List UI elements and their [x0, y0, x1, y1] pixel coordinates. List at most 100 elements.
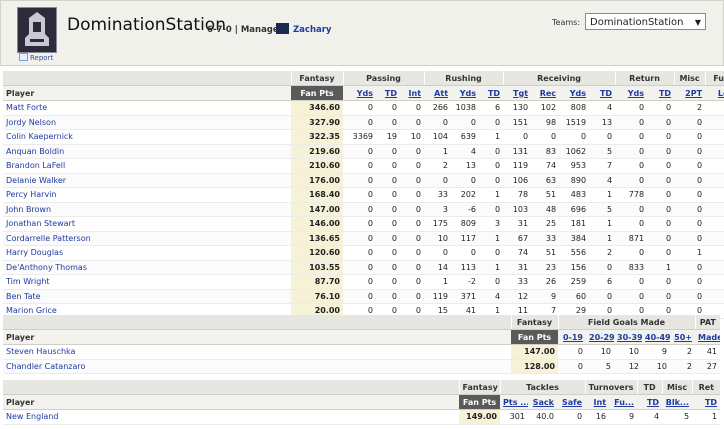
col-fg-40-49[interactable]: 40-49 [642, 329, 670, 345]
col-pts-allowed[interactable]: Pts ... [500, 394, 528, 410]
table-row: Delanie Walker176.000000001066389040004 [3, 173, 724, 188]
col-fg-50plus[interactable]: 50+ [670, 329, 696, 345]
stat-cell: 2 [589, 245, 616, 261]
stat-cell: 27 [695, 359, 721, 374]
player-cell[interactable]: Jonathan Stewart [3, 216, 291, 232]
manager-link[interactable]: Zachary [293, 25, 331, 35]
player-cell[interactable]: John Brown [3, 202, 291, 217]
stat-cell: 1 [705, 158, 724, 174]
col-rec[interactable]: Rec [531, 85, 560, 101]
player-link[interactable]: Steven Hauschka [6, 347, 75, 356]
col-fg-30-39[interactable]: 30-39 [614, 329, 642, 345]
col-rush-yds[interactable]: Yds [451, 85, 480, 101]
stat-cell: 0 [705, 289, 724, 304]
stat-cell: 4 [589, 173, 616, 188]
player-cell[interactable]: Harry Douglas [3, 245, 291, 261]
stat-cell: 0 [343, 187, 376, 203]
stat-cell: 0 [674, 274, 706, 290]
report-link[interactable]: Report [19, 53, 53, 62]
col-fg-20-29[interactable]: 20-29 [586, 329, 614, 345]
stat-cell: 74 [503, 245, 532, 261]
stat-cell: 0 [705, 202, 724, 217]
player-link[interactable]: De'Anthony Thomas [6, 263, 87, 272]
player-link[interactable]: Ben Tate [6, 292, 41, 301]
player-link[interactable]: New England [6, 412, 58, 421]
stat-cell: 483 [559, 187, 590, 203]
col-fum-rec[interactable]: Fu... [609, 394, 638, 410]
player-link[interactable]: Colin Kaepernick [6, 132, 73, 141]
player-link[interactable]: John Brown [6, 205, 51, 214]
stat-cell: 0 [557, 409, 586, 425]
offense-group-blank [3, 71, 291, 86]
group-receiving: Receiving [502, 71, 616, 86]
player-cell[interactable]: De'Anthony Thomas [3, 260, 291, 275]
player-link[interactable]: Chandler Catanzaro [6, 362, 85, 371]
player-link[interactable]: Jordy Nelson [6, 118, 56, 127]
player-cell[interactable]: Jordy Nelson [3, 115, 291, 130]
stat-cell: 0 [451, 115, 480, 130]
player-link[interactable]: Brandon LaFell [6, 161, 65, 170]
col-pass-yds[interactable]: Yds [343, 85, 376, 101]
col-sack[interactable]: Sack [528, 394, 557, 410]
stat-cell: 0 [647, 129, 675, 145]
stat-cell: 0 [343, 115, 376, 130]
col-rec-yds[interactable]: Yds [559, 85, 590, 101]
player-link[interactable]: Marion Grice [6, 306, 57, 315]
col-safety[interactable]: Safe [557, 394, 586, 410]
col-pat-made[interactable]: Made [695, 329, 721, 345]
stat-cell: 0 [479, 202, 504, 217]
player-cell[interactable]: Steven Hauschka [3, 344, 511, 360]
stat-cell: 0 [400, 173, 425, 188]
col-ret-yds[interactable]: Yds [615, 85, 648, 101]
stat-cell: 384 [559, 231, 590, 246]
player-cell[interactable]: Cordarrelle Patterson [3, 231, 291, 246]
stat-cell: 0 [479, 274, 504, 290]
player-cell[interactable]: Tim Wright [3, 274, 291, 290]
col-rec-td[interactable]: TD [589, 85, 616, 101]
stat-cell: 4 [451, 144, 480, 159]
stat-cell: 1062 [559, 144, 590, 159]
player-link[interactable]: Matt Forte [6, 103, 47, 112]
player-link[interactable]: Jonathan Stewart [6, 219, 75, 228]
col-blk[interactable]: Blk... [662, 394, 693, 410]
stat-cell: 0 [376, 144, 400, 159]
player-cell[interactable]: New England [3, 409, 459, 425]
player-link[interactable]: Anquan Boldin [6, 147, 64, 156]
player-link[interactable]: Delanie Walker [6, 176, 66, 185]
player-cell[interactable]: Delanie Walker [3, 173, 291, 188]
player-cell[interactable]: Chandler Catanzaro [3, 359, 511, 374]
col-tgt[interactable]: Tgt [503, 85, 532, 101]
col-fan-pts[interactable]: Fan Pts [459, 394, 500, 410]
col-ret-td[interactable]: TD [692, 394, 721, 410]
col-def-int[interactable]: Int [585, 394, 610, 410]
player-cell[interactable]: Percy Harvin [3, 187, 291, 203]
player-link[interactable]: Percy Harvin [6, 190, 56, 199]
player-link[interactable]: Tim Wright [6, 277, 50, 286]
fan-pts-cell: 176.00 [291, 173, 343, 188]
player-cell[interactable]: Ben Tate [3, 289, 291, 304]
col-fg-0-19[interactable]: 0-19 [558, 329, 586, 345]
stat-cell: 31 [503, 216, 532, 232]
col-pass-td[interactable]: TD [376, 85, 400, 101]
col-int[interactable]: Int [400, 85, 425, 101]
player-cell[interactable]: Brandon LaFell [3, 158, 291, 174]
col-rush-att[interactable]: Att [424, 85, 452, 101]
col-def-td[interactable]: TD [637, 394, 663, 410]
stat-cell: 106 [503, 173, 532, 188]
col-rush-td[interactable]: TD [479, 85, 504, 101]
col-2pt[interactable]: 2PT [674, 85, 706, 101]
stat-cell: 151 [503, 115, 532, 130]
stat-cell: 10 [400, 129, 425, 145]
col-fan-pts[interactable]: Fan Pts [291, 85, 343, 101]
stat-cell: 0 [400, 115, 425, 130]
player-link[interactable]: Harry Douglas [6, 248, 63, 257]
stat-cell: 0 [559, 129, 590, 145]
col-ret-td[interactable]: TD [647, 85, 675, 101]
player-cell[interactable]: Anquan Boldin [3, 144, 291, 159]
player-link[interactable]: Cordarrelle Patterson [6, 234, 91, 243]
teams-select[interactable]: DominationStation ▼ [585, 13, 706, 30]
col-fum-lost[interactable]: Lost [705, 85, 724, 101]
player-cell[interactable]: Matt Forte [3, 100, 291, 116]
player-cell[interactable]: Colin Kaepernick [3, 129, 291, 145]
col-fan-pts[interactable]: Fan Pts [511, 329, 558, 345]
